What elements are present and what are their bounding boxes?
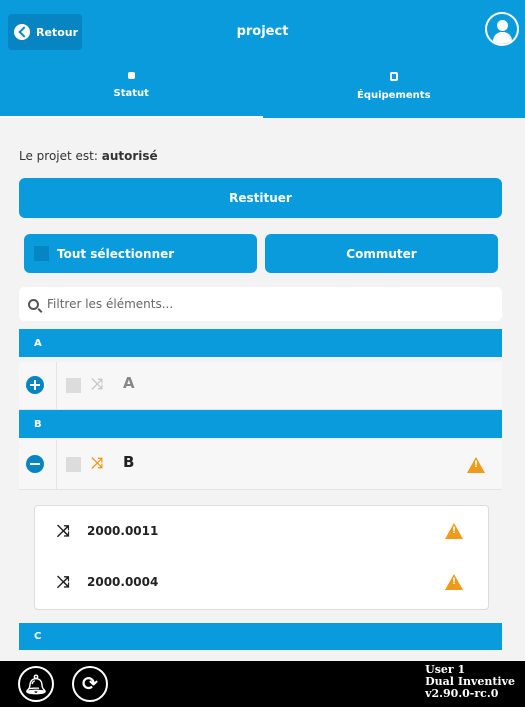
group-header-b[interactable]: B	[19, 410, 502, 438]
top-bar: Retour project	[0, 0, 525, 62]
divider	[56, 362, 57, 409]
search-icon	[28, 298, 39, 310]
warning-icon: !	[445, 574, 463, 590]
select-all-label: Tout sélectionner	[57, 246, 175, 261]
group-name: B	[123, 453, 135, 471]
group-checkbox[interactable]	[66, 457, 81, 472]
expand-plus-icon[interactable]	[26, 376, 44, 394]
restore-button-label: Restituer	[229, 191, 292, 205]
tab-equipements[interactable]: Équipements	[263, 62, 525, 118]
tab-statut-label: Statut	[113, 88, 149, 99]
item-label: 2000.0004	[87, 575, 159, 589]
warning-icon: !	[467, 457, 485, 473]
restore-button[interactable]: Restituer	[19, 178, 502, 218]
tab-bar: Statut Équipements	[0, 62, 525, 118]
tab-equipements-label: Équipements	[356, 90, 431, 101]
switch-button[interactable]: Commuter	[265, 234, 498, 273]
equipment-icon	[389, 72, 398, 81]
collapse-minus-icon[interactable]	[26, 455, 44, 473]
list-item[interactable]: ⤨ 2000.0004 !	[35, 562, 488, 602]
project-status: Le projet est: autorisé	[19, 149, 158, 163]
shuffle-icon: ⤨	[57, 521, 70, 540]
footer-version: v2.90.0-rc.0	[425, 687, 499, 700]
shuffle-icon: ⤨	[91, 375, 104, 393]
group-row-a[interactable]: ⤨ A	[19, 362, 502, 410]
group-b-items: ⤨ 2000.0011 ! ⤨ 2000.0004 !	[34, 505, 489, 610]
group-checkbox[interactable]	[66, 378, 81, 393]
list-item[interactable]: ⤨ 2000.0011 !	[35, 511, 488, 551]
select-all-button[interactable]: Tout sélectionner	[24, 234, 257, 273]
user-icon[interactable]	[485, 12, 519, 46]
sync-icon[interactable]: ⟳	[72, 666, 108, 702]
item-label: 2000.0011	[87, 524, 159, 538]
project-status-prefix: Le projet est:	[19, 149, 98, 163]
filter-placeholder: Filtrer les éléments...	[47, 297, 174, 311]
back-button[interactable]: Retour	[8, 14, 82, 50]
select-all-checkbox[interactable]	[34, 246, 49, 261]
filter-field[interactable]: Filtrer les éléments...	[19, 287, 502, 321]
bell-icon[interactable]: 🔔︎	[18, 666, 54, 702]
divider	[56, 440, 57, 489]
project-status-value: autorisé	[101, 149, 158, 163]
warning-icon: !	[445, 523, 463, 539]
group-header-label: C	[34, 631, 42, 642]
back-button-label: Retour	[36, 25, 79, 39]
group-header-a[interactable]: A	[19, 329, 502, 357]
user-info: User 1 Dual Inventive v2.90.0-rc.0	[425, 664, 515, 700]
group-row-b[interactable]: ⤨ B !	[19, 440, 502, 490]
status-icon	[127, 72, 135, 79]
group-header-label: B	[34, 418, 42, 430]
group-name: A	[123, 374, 135, 392]
shuffle-icon: ⤨	[57, 572, 70, 591]
shuffle-icon: ⤨	[91, 454, 104, 472]
group-header-label: A	[34, 337, 42, 349]
group-header-c[interactable]: C	[19, 623, 502, 650]
tab-statut[interactable]: Statut	[0, 62, 263, 118]
switch-button-label: Commuter	[346, 246, 417, 261]
chevron-left-icon	[14, 24, 30, 40]
footer-bar: 🔔︎ ⟳ User 1 Dual Inventive v2.90.0-rc.0	[0, 661, 525, 707]
